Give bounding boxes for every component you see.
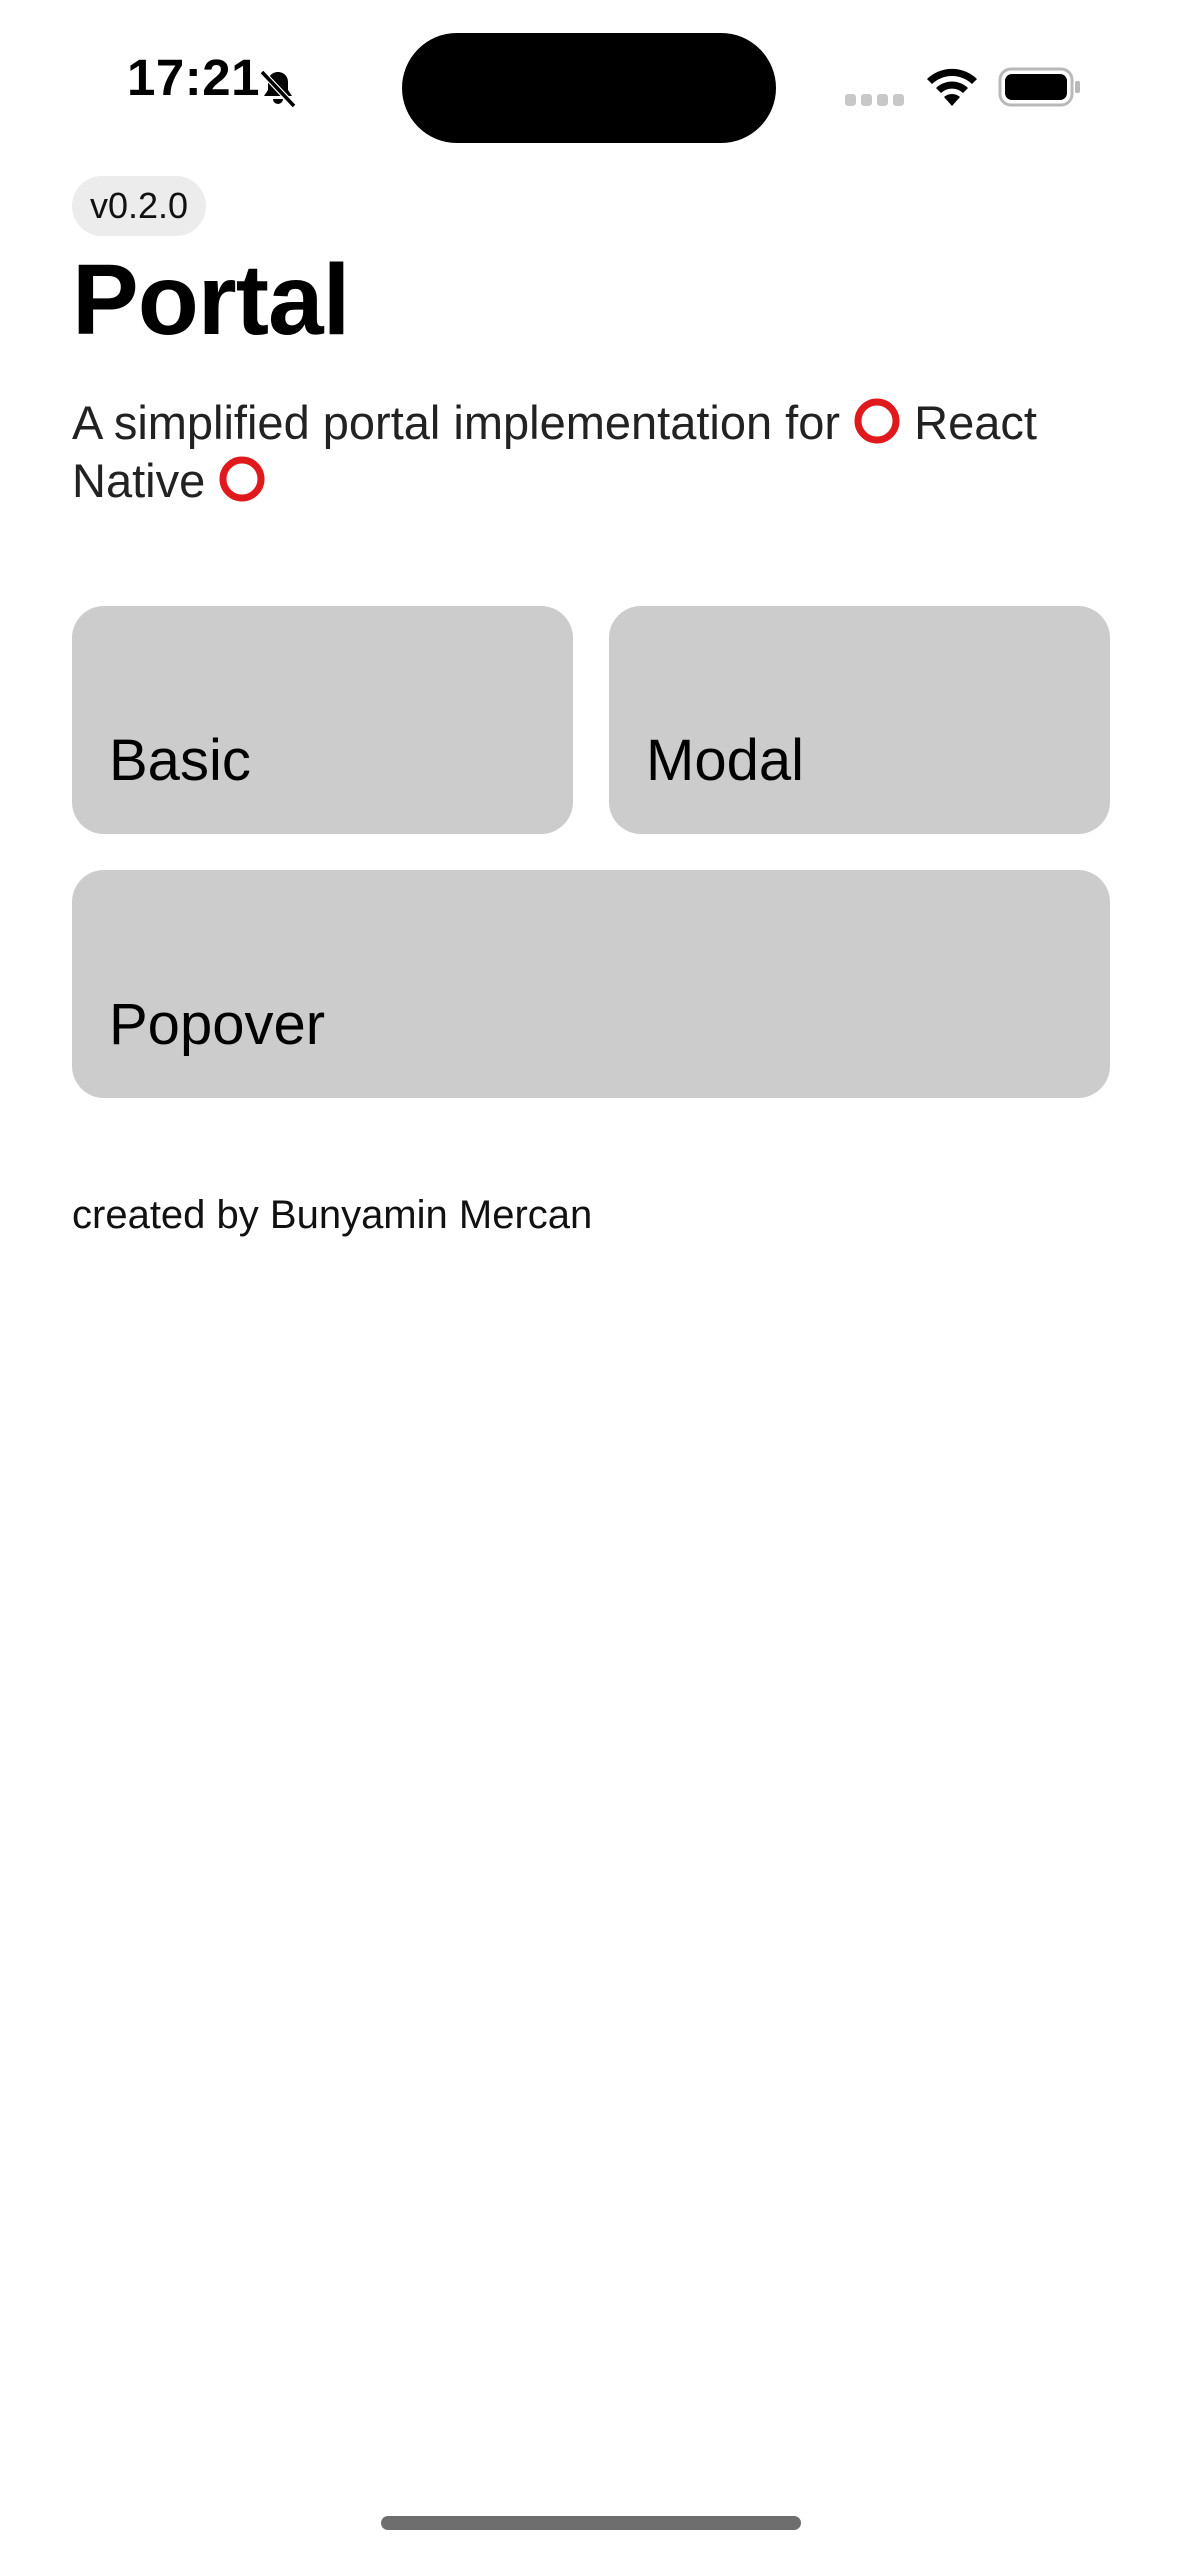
dynamic-island bbox=[402, 33, 776, 143]
red-circle-icon bbox=[854, 398, 900, 444]
wifi-icon bbox=[927, 68, 977, 106]
modal-card[interactable]: Modal bbox=[609, 606, 1110, 834]
subtitle-native: Native bbox=[72, 454, 206, 507]
version-badge: v0.2.0 bbox=[72, 176, 207, 236]
popover-card[interactable]: Popover bbox=[72, 870, 1110, 1098]
modal-card-label: Modal bbox=[646, 728, 804, 793]
subtitle: A simplified portal implementation for R… bbox=[72, 394, 1122, 510]
subtitle-react: React bbox=[914, 396, 1037, 449]
page-title: Portal bbox=[72, 244, 350, 356]
basic-card-label: Basic bbox=[109, 728, 251, 793]
red-circle-icon bbox=[219, 456, 265, 502]
status-time: 17:21 bbox=[127, 49, 260, 106]
signal-icon bbox=[845, 94, 904, 106]
status-bar: 17:21 bbox=[0, 0, 1179, 150]
subtitle-text: A simplified portal implementation for bbox=[72, 396, 841, 449]
credit-text: created by Bunyamin Mercan bbox=[72, 1193, 593, 1237]
battery-icon bbox=[998, 67, 1080, 107]
popover-card-label: Popover bbox=[109, 992, 326, 1057]
basic-card[interactable]: Basic bbox=[72, 606, 573, 834]
bell-slash-icon bbox=[259, 69, 297, 109]
home-indicator[interactable] bbox=[381, 2516, 801, 2530]
main-content: v0.2.0 Portal A simplified portal implem… bbox=[72, 176, 1110, 1238]
example-grid: Basic Modal Popover bbox=[72, 606, 1110, 1098]
